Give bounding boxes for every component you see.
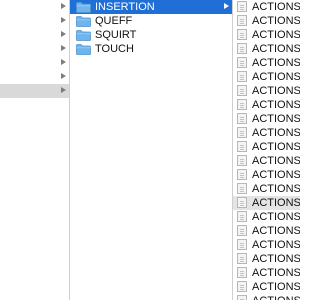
file-name: ACTIONS_V xyxy=(252,29,300,41)
chevron-right-icon xyxy=(61,17,66,23)
file-name: ACTIONS_V xyxy=(252,15,300,27)
document-icon xyxy=(237,43,247,54)
parent-folder-row[interactable] xyxy=(0,28,69,42)
file-row[interactable]: ACTIONS_V xyxy=(233,224,300,238)
file-name: ACTIONS_V xyxy=(252,71,300,83)
file-row[interactable]: ACTIONS_V xyxy=(233,280,300,294)
parent-folder-row[interactable] xyxy=(0,56,69,70)
finder-column-files: ACTIONS_V ACTIONS_V ACTIONS_V ACTIONS_V ACTI… xyxy=(233,0,300,300)
parent-folder-row[interactable] xyxy=(0,70,69,84)
parent-folder-row[interactable] xyxy=(0,14,69,28)
file-name: ACTIONS_V xyxy=(252,113,300,125)
file-row[interactable]: ACTIONS_V xyxy=(233,238,300,252)
parent-folder-row[interactable] xyxy=(0,0,69,14)
file-name: ACTIONS_V xyxy=(252,43,300,55)
file-row[interactable]: ACTIONS_V xyxy=(233,70,300,84)
document-icon xyxy=(237,183,247,194)
document-icon xyxy=(237,197,247,208)
parent-folder-row-selected[interactable] xyxy=(0,84,69,98)
chevron-right-icon xyxy=(61,87,66,93)
folder-icon xyxy=(76,2,91,13)
folder-name: SQUIRT xyxy=(95,29,137,41)
chevron-right-icon xyxy=(224,3,229,9)
file-row[interactable]: ACTIONS_V xyxy=(233,98,300,112)
folder-name: TOUCH xyxy=(95,43,134,55)
file-name: ACTIONS_V xyxy=(252,225,300,237)
file-name: ACTIONS_V xyxy=(252,197,300,209)
document-icon xyxy=(237,225,247,236)
parent-folder-row[interactable] xyxy=(0,42,69,56)
file-row[interactable]: ACTIONS_V xyxy=(233,112,300,126)
file-name: ACTIONS_V xyxy=(252,169,300,181)
file-name: ACTIONS_V xyxy=(252,253,300,265)
folder-row[interactable]: INSERTION xyxy=(70,0,232,14)
chevron-right-icon xyxy=(61,31,66,37)
finder-column-parent xyxy=(0,0,70,300)
file-name: ACTIONS_V xyxy=(252,1,300,13)
file-row[interactable]: ACTIONS_V xyxy=(233,126,300,140)
document-icon xyxy=(237,295,247,300)
file-row[interactable]: ACTIONS_V xyxy=(233,84,300,98)
document-icon xyxy=(237,57,247,68)
file-name: ACTIONS_V xyxy=(252,85,300,97)
document-icon xyxy=(237,281,247,292)
file-row[interactable]: ACTIONS_V xyxy=(233,168,300,182)
chevron-right-icon xyxy=(61,45,66,51)
file-row[interactable]: ACTIONS_V xyxy=(233,294,300,300)
file-name: ACTIONS_V xyxy=(252,99,300,111)
file-name: ACTIONS_V xyxy=(252,141,300,153)
file-name: ACTIONS_V xyxy=(252,155,300,167)
document-icon xyxy=(237,155,247,166)
file-name: ACTIONS_V xyxy=(252,211,300,223)
file-name: ACTIONS_V xyxy=(252,183,300,195)
file-row[interactable]: ACTIONS_V xyxy=(233,42,300,56)
folder-icon xyxy=(76,44,91,55)
folder-name: INSERTION xyxy=(95,1,155,13)
folder-row[interactable]: SQUIRT xyxy=(70,28,232,42)
document-icon xyxy=(237,141,247,152)
document-icon xyxy=(237,267,247,278)
file-row[interactable]: ACTIONS_V xyxy=(233,252,300,266)
file-row[interactable]: ACTIONS_V xyxy=(233,140,300,154)
file-row[interactable]: ACTIONS_V xyxy=(233,56,300,70)
document-icon xyxy=(237,239,247,250)
file-row[interactable]: ACTIONS_V xyxy=(233,182,300,196)
document-icon xyxy=(237,253,247,264)
folder-icon xyxy=(76,30,91,41)
folder-name: QUEFF xyxy=(95,15,133,27)
document-icon xyxy=(237,71,247,82)
file-name: ACTIONS_V xyxy=(252,239,300,251)
document-icon xyxy=(237,169,247,180)
file-name: ACTIONS_V xyxy=(252,281,300,293)
file-row[interactable]: ACTIONS_V xyxy=(233,14,300,28)
folder-row[interactable]: QUEFF xyxy=(70,14,232,28)
folder-icon xyxy=(76,16,91,27)
file-name: ACTIONS_V xyxy=(252,57,300,69)
document-icon xyxy=(237,113,247,124)
file-row[interactable]: ACTIONS_V xyxy=(233,210,300,224)
document-icon xyxy=(237,99,247,110)
file-name: ACTIONS_V xyxy=(252,267,300,279)
chevron-right-icon xyxy=(61,73,66,79)
document-icon xyxy=(237,15,247,26)
document-icon xyxy=(237,127,247,138)
document-icon xyxy=(237,211,247,222)
file-row[interactable]: ACTIONS_V xyxy=(233,28,300,42)
file-row[interactable]: ACTIONS_V xyxy=(233,196,300,210)
file-name: ACTIONS_V xyxy=(252,127,300,139)
document-icon xyxy=(237,1,247,12)
file-row[interactable]: ACTIONS_V xyxy=(233,266,300,280)
document-icon xyxy=(237,29,247,40)
file-name: ACTIONS_V xyxy=(252,294,300,300)
document-icon xyxy=(237,85,247,96)
finder-column-folders: INSERTION QUEFF SQUIRT TOUCH xyxy=(70,0,233,300)
folder-row[interactable]: TOUCH xyxy=(70,42,232,56)
chevron-right-icon xyxy=(61,59,66,65)
chevron-right-icon xyxy=(61,3,66,9)
file-row[interactable]: ACTIONS_V xyxy=(233,0,300,14)
file-row[interactable]: ACTIONS_V xyxy=(233,154,300,168)
